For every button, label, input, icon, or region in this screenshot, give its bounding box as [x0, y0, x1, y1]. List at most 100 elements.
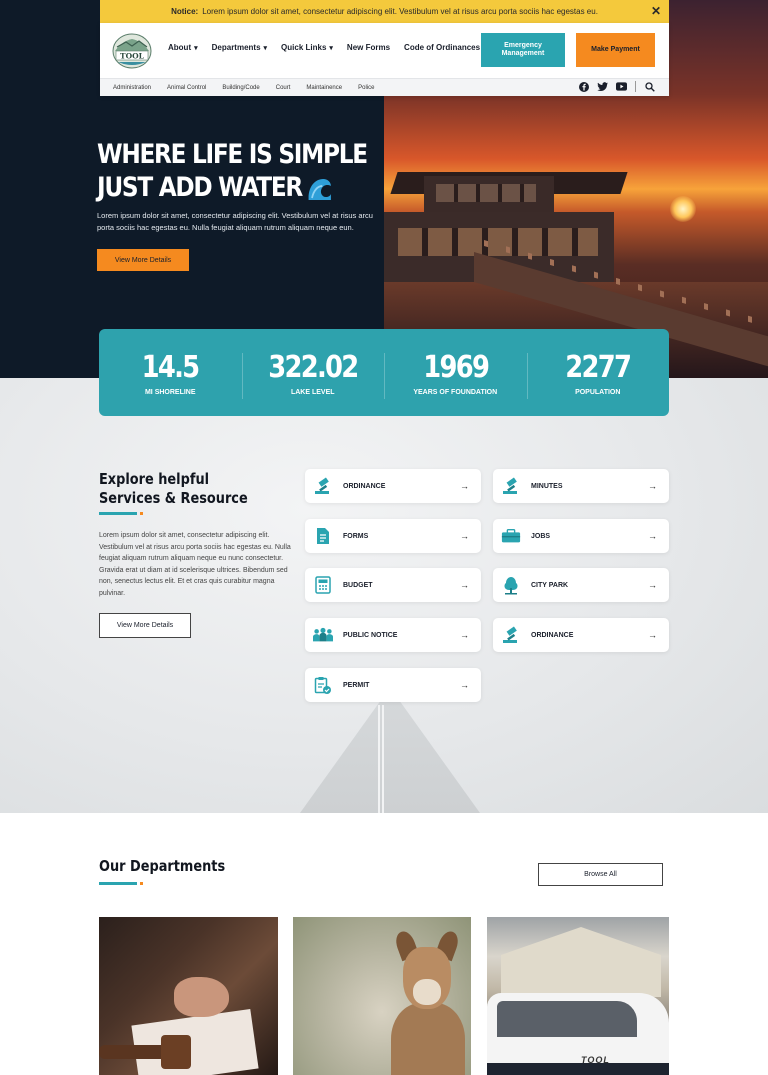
briefcase-icon [501, 526, 521, 546]
hero-view-details-button[interactable]: View More Details [97, 249, 189, 271]
hero-title-line2: JUST ADD WATER [97, 172, 303, 203]
service-card-label: FORMS [343, 532, 369, 540]
arrow-right-icon: → [460, 680, 469, 690]
gavel-icon [501, 625, 521, 645]
departments-title-underline [99, 882, 143, 885]
twitter-icon[interactable] [597, 81, 608, 92]
subnav-court[interactable]: Court [276, 85, 291, 91]
nav-departments-label: Departments [211, 43, 261, 52]
services-title: Explore helpful Services & Resource [99, 470, 248, 507]
service-card-label: PUBLIC NOTICE [343, 631, 398, 639]
service-card-label: MINUTES [531, 482, 563, 490]
nav-about[interactable]: About ▾ [168, 43, 198, 52]
hero-title: WHERE LIFE IS SIMPLE JUST ADD WATER [97, 138, 368, 204]
nav-quick-links-label: Quick Links [281, 43, 327, 52]
hero-title-line2-wrap: JUST ADD WATER [97, 171, 367, 204]
emergency-management-button[interactable]: Emergency Management [481, 33, 565, 67]
service-card-ordinance-2[interactable]: ORDINANCE → [493, 618, 669, 652]
stat-shoreline: 14.5 MI SHORELINE [99, 349, 242, 396]
arrow-right-icon: → [460, 531, 469, 541]
dog-muzzle [413, 979, 441, 1005]
dog-body [391, 1003, 465, 1075]
service-card-jobs[interactable]: JOBS → [493, 519, 669, 553]
calculator-icon [313, 575, 333, 595]
stat-value: 2277 [565, 350, 632, 385]
nav-about-label: About [168, 43, 192, 52]
service-card-label: PERMIT [343, 681, 370, 689]
department-card-animal-control[interactable] [293, 917, 471, 1075]
services-view-details-button[interactable]: View More Details [99, 613, 191, 638]
house-windows-upper [436, 184, 536, 202]
site-header: TOOL About ▾ Departments ▾ Quick Links ▾ Ne… [100, 23, 669, 96]
stat-value: 1969 [422, 350, 490, 385]
logo[interactable]: TOOL [112, 33, 152, 69]
close-icon[interactable]: ✕ [651, 4, 661, 18]
arrow-right-icon: → [648, 531, 657, 541]
service-card-forms[interactable]: FORMS → [305, 519, 481, 553]
arrow-right-icon: → [648, 481, 657, 491]
make-payment-button[interactable]: Make Payment [576, 33, 655, 67]
service-card-label: JOBS [531, 532, 551, 540]
hand [174, 977, 229, 1017]
subnav-administration[interactable]: Administration [113, 85, 151, 91]
stat-value: 322.02 [268, 350, 359, 385]
car-text: TOOL [581, 1055, 610, 1065]
browse-all-button[interactable]: Browse All [538, 863, 663, 886]
gavel-icon [501, 476, 521, 496]
nav-departments[interactable]: Departments ▾ [212, 43, 267, 52]
notice-bar: Notice: Lorem ipsum dolor sit amet, cons… [100, 0, 669, 23]
paper [131, 1008, 259, 1075]
services-description: Lorem ipsum dolor sit amet, consectetur … [99, 532, 291, 597]
house [501, 927, 661, 997]
department-card-court[interactable] [99, 917, 278, 1075]
subnav-maintainence[interactable]: Maintainence [306, 85, 342, 91]
service-card-label: CITY PARK [531, 581, 569, 589]
main-nav: About ▾ Departments ▾ Quick Links ▾ New For… [168, 43, 480, 52]
house-windows [398, 228, 598, 256]
service-card-ordinance[interactable]: ORDINANCE → [305, 469, 481, 503]
subnav-building-code[interactable]: Building/Code [222, 85, 259, 91]
hero-description: Lorem ipsum dolor sit amet, consectetur … [97, 211, 373, 232]
road-center-line [378, 705, 384, 813]
stat-foundation: 1969 YEARS OF FOUNDATION [384, 349, 527, 399]
tree-icon [501, 575, 521, 595]
clipboard-check-icon [313, 675, 333, 695]
service-card-public-notice[interactable]: PUBLIC NOTICE → [305, 618, 481, 652]
service-card-budget[interactable]: BUDGET → [305, 568, 481, 602]
department-card-police[interactable]: TOOL [487, 917, 669, 1075]
search-icon[interactable] [644, 81, 655, 92]
service-card-permit[interactable]: PERMIT → [305, 668, 481, 702]
service-card-label: BUDGET [343, 581, 373, 589]
stat-label: YEARS OF FOUNDATION [413, 389, 498, 396]
car-window [497, 1001, 637, 1037]
stat-population: 2277 POPULATION [526, 349, 670, 399]
sun [670, 196, 696, 222]
nav-quick-links[interactable]: Quick Links ▾ [281, 43, 333, 52]
notice-label: Notice: [171, 7, 199, 16]
youtube-icon[interactable] [616, 81, 627, 92]
car-stripe [487, 1063, 669, 1075]
departments-title: Our Departments [99, 857, 226, 875]
subnav-animal-control[interactable]: Animal Control [167, 85, 206, 91]
people-icon [313, 625, 333, 645]
stat-value: 14.5 [141, 350, 201, 385]
stat-label: MI SHORELINE [144, 389, 196, 396]
notice-text: Lorem ipsum dolor sit amet, consectetur … [202, 7, 598, 16]
facebook-icon[interactable] [578, 81, 589, 92]
nav-code-of-ordinances[interactable]: Code of Ordinances [404, 43, 480, 52]
hero-title-line1: WHERE LIFE IS SIMPLE [97, 139, 368, 170]
stat-label: POPULATION [575, 389, 621, 396]
social-divider [635, 81, 636, 92]
service-card-city-park[interactable]: CITY PARK → [493, 568, 669, 602]
service-card-label: ORDINANCE [531, 631, 574, 639]
stats-bar: 14.5 MI SHORELINE 322.02 LAKE LEVEL 1969… [99, 329, 669, 416]
service-card-minutes[interactable]: MINUTES → [493, 469, 669, 503]
services-title-underline [99, 512, 143, 515]
gavel-head [161, 1035, 191, 1069]
nav-new-forms[interactable]: New Forms [347, 43, 390, 52]
wave-icon [308, 178, 332, 200]
nav-code-of-ordinances-label: Code of Ordinances [404, 43, 481, 52]
chevron-down-icon: ▾ [263, 45, 268, 52]
subnav-police[interactable]: Police [358, 85, 374, 91]
social-links [578, 81, 655, 92]
